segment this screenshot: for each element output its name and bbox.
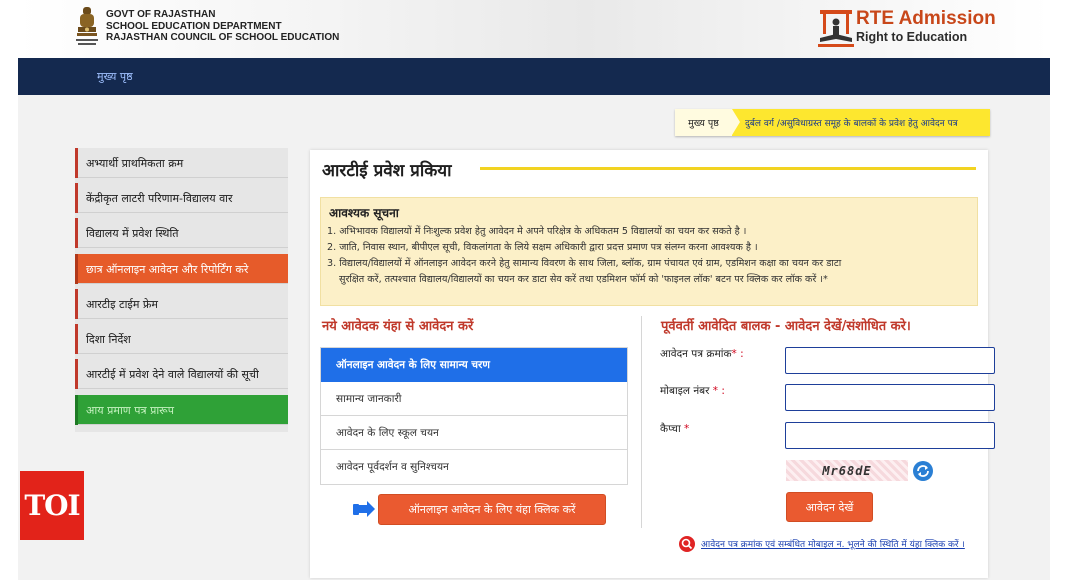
notice-title: आवश्यक सूचना — [329, 206, 399, 220]
search-icon — [679, 536, 695, 552]
govt-line: GOVT OF RAJASTHAN — [106, 9, 216, 20]
application-number-input[interactable] — [785, 347, 995, 374]
captcha-image: Mr68dE — [786, 460, 908, 481]
previous-applicant-heading: पूर्ववर्ती आवेदित बालक - आवेदन देखें/संश… — [661, 319, 911, 334]
label-text: कैप्चा — [660, 423, 681, 435]
breadcrumb-current: दुर्बल वर्ग /असुविधाग्रस्त समूह के बालको… — [745, 119, 958, 129]
steps-list: ऑनलाइन आवेदन के लिए सामान्य चरण सामान्य … — [320, 347, 628, 485]
step-item-school-selection[interactable]: आवेदन के लिए स्कूल चयन — [321, 416, 627, 450]
sidebar-item-online-application[interactable]: छात्र ऑनलाइन आवेदन और रिपोर्टिंग करे — [75, 254, 288, 284]
new-applicant-heading: नये आवेदक यंहा से आवेदन करें — [322, 319, 474, 334]
step-item-general-info[interactable]: सामान्य जानकारी — [321, 382, 627, 416]
captcha-label: कैप्चा * — [660, 422, 689, 436]
step-item-preview-confirm[interactable]: आवेदन पूर्वदर्शन व सुनिश्चयन — [321, 450, 627, 484]
hand-pointer-icon — [353, 501, 375, 517]
nav-home-link[interactable]: मुख्य पृष्ठ — [97, 69, 133, 84]
view-application-button[interactable]: आवेदन देखें — [786, 492, 873, 522]
sidebar-item-lottery-result[interactable]: केंद्रीकृत लाटरी परिणाम-विद्यालय वार — [75, 183, 288, 213]
title-underline — [480, 167, 976, 170]
sidebar-item-priority[interactable]: अभ्यार्थी प्राथमिकता क्रम — [75, 148, 288, 178]
page: GOVT OF RAJASTHAN SCHOOL EDUCATION DEPAR… — [18, 0, 1050, 580]
required-mark: * — [680, 423, 690, 435]
forgot-application-link[interactable]: आवेदन पत्र क्रमांक एवं सम्बंधित मोबाइल न… — [701, 537, 965, 550]
navbar: मुख्य पृष्ठ — [18, 58, 1050, 95]
sidebar-item-guidelines[interactable]: दिशा निर्देश — [75, 324, 288, 354]
apply-online-button[interactable]: ऑनलाइन आवेदन के लिए यंहा क्लिक करें — [378, 494, 606, 525]
step-item-general-steps[interactable]: ऑनलाइन आवेदन के लिए सामान्य चरण — [321, 348, 627, 382]
label-text: आवेदन पत्र क्रमांक — [660, 348, 732, 360]
captcha-input[interactable] — [785, 422, 995, 449]
label-text: मोबाइल नंबर — [660, 385, 710, 397]
application-number-label: आवेदन पत्र क्रमांक* : — [660, 347, 744, 361]
rte-title: RTE Admission — [856, 8, 996, 29]
notice-line: सुरक्षित करें, तत्पश्चात विद्यालय/विद्या… — [339, 274, 828, 285]
required-mark: * : — [731, 348, 744, 360]
header: GOVT OF RAJASTHAN SCHOOL EDUCATION DEPAR… — [18, 0, 1050, 58]
breadcrumb-home[interactable]: मुख्य पृष्ठ — [675, 109, 732, 136]
rte-subtitle: Right to Education — [856, 30, 968, 44]
mobile-number-label: मोबाइल नंबर * : — [660, 384, 725, 398]
sidebar-item-time-frame[interactable]: आरटीइ टाईम फ्रेम — [75, 289, 288, 319]
sidebar: अभ्यार्थी प्राथमिकता क्रम केंद्रीकृत लाट… — [75, 148, 288, 432]
notice-line: 3. विद्यालय/विद्यालयों में ऑनलाइन आवेदन … — [327, 258, 842, 269]
breadcrumb: मुख्य पृष्ठ दुर्बल वर्ग /असुविधाग्रस्त स… — [675, 109, 990, 136]
breadcrumb-arrow — [732, 109, 740, 135]
column-divider — [641, 316, 642, 528]
refresh-icon[interactable] — [912, 460, 934, 482]
govt-line: RAJASTHAN COUNCIL OF SCHOOL EDUCATION — [106, 32, 340, 43]
page-title: आरटीई प्रवेश प्रकिया — [322, 161, 452, 181]
main-card: आरटीई प्रवेश प्रकिया आवश्यक सूचना 1. अभि… — [310, 150, 995, 578]
emblem-icon — [76, 7, 98, 45]
mobile-number-input[interactable] — [785, 384, 995, 411]
govt-text: GOVT OF RAJASTHAN SCHOOL EDUCATION DEPAR… — [106, 9, 339, 44]
notice-box: आवश्यक सूचना 1. अभिभावक विद्यालयों में न… — [320, 197, 978, 306]
notice-line: 2. जाति, निवास स्थान, बीपीएल सूची, विकला… — [327, 242, 758, 253]
notice-line: 1. अभिभावक विद्यालयों में निःशुल्क प्रवे… — [327, 226, 747, 237]
sidebar-item-admission-status[interactable]: विद्यालय में प्रवेश स्थिति — [75, 218, 288, 248]
toi-watermark: TOI — [20, 471, 84, 540]
govt-line: SCHOOL EDUCATION DEPARTMENT — [106, 20, 282, 32]
required-mark: * : — [709, 385, 725, 397]
rte-logo-icon — [818, 10, 854, 47]
sidebar-item-school-list[interactable]: आरटीई में प्रवेश देने वाले विद्यालयों की… — [75, 359, 288, 389]
sidebar-item-income-certificate[interactable]: आय प्रमाण पत्र प्रारूप — [75, 395, 288, 425]
